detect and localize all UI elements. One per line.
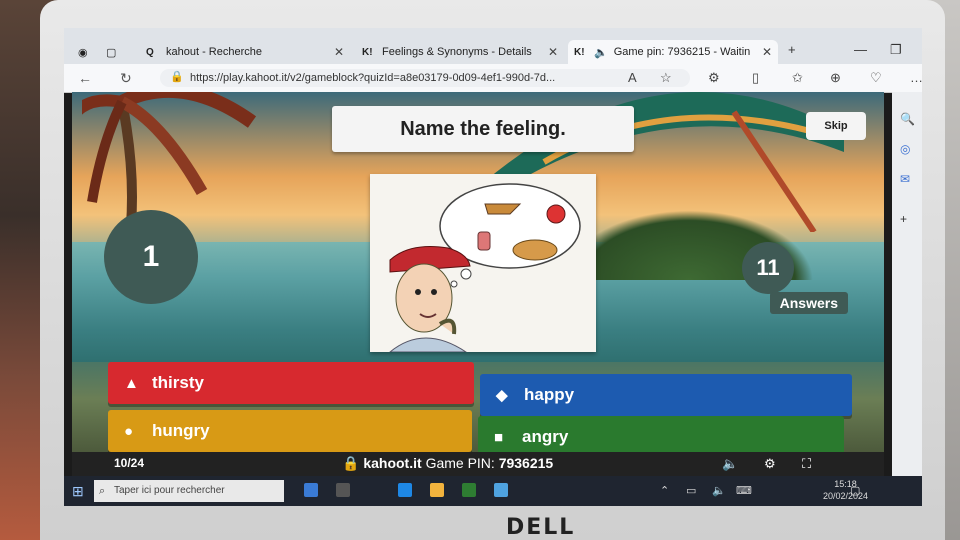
clock-time: 15:18 bbox=[834, 479, 857, 489]
kahoot-icon: K! bbox=[574, 46, 585, 58]
tab-label: Feelings & Synonyms - Details - bbox=[382, 46, 532, 58]
split-screen-icon[interactable]: ▯ bbox=[752, 70, 759, 86]
edge-browser-icon[interactable] bbox=[398, 483, 412, 497]
chevron-up-icon[interactable]: ⌃ bbox=[660, 484, 669, 497]
kahoot-icon: K! bbox=[362, 46, 373, 58]
countdown-timer: 1 bbox=[104, 210, 198, 304]
pin-value: 7936215 bbox=[498, 455, 554, 471]
lock-icon: 🔒 bbox=[342, 455, 360, 471]
tab-feelings-details[interactable]: K! Feelings & Synonyms - Details - ✕ bbox=[356, 40, 564, 64]
taskbar-search-placeholder: Taper ici pour rechercher bbox=[114, 485, 225, 496]
store-icon[interactable] bbox=[462, 483, 476, 497]
answers-label: Answers bbox=[769, 292, 848, 314]
favorite-star-icon[interactable]: ☆ bbox=[660, 70, 672, 86]
question-title: Name the feeling. bbox=[332, 106, 634, 152]
file-explorer-icon[interactable] bbox=[430, 483, 444, 497]
refresh-icon[interactable]: ↻ bbox=[120, 70, 132, 87]
screen: ◉ ▢ Q kahout - Recherche ✕ K! Feelings &… bbox=[64, 28, 922, 506]
settings-gear-icon[interactable]: ⚙ bbox=[764, 456, 776, 472]
keyboard-icon[interactable]: ⌨ bbox=[736, 484, 752, 497]
favorites-icon[interactable]: ✩ bbox=[792, 70, 803, 86]
url-field[interactable]: https://play.kahoot.it/v2/gameblock?quiz… bbox=[160, 69, 690, 87]
circle-icon: ● bbox=[124, 422, 134, 440]
outlook-icon[interactable]: ✉ bbox=[900, 172, 910, 186]
lock-icon: 🔒 bbox=[170, 71, 184, 83]
answer-option-red[interactable]: ▲ thirsty bbox=[108, 362, 474, 404]
more-menu-icon[interactable]: … bbox=[910, 70, 922, 85]
fullscreen-icon[interactable]: ⛶ bbox=[802, 456, 811, 472]
tab-label: kahout - Recherche bbox=[166, 46, 262, 58]
extensions-icon[interactable]: ⚙ bbox=[708, 70, 720, 86]
add-icon[interactable]: + bbox=[900, 212, 907, 226]
tab-label: Game pin: 7936215 - Waitin bbox=[613, 46, 751, 58]
edge-sidebar: 🔍 ◎ ✉ + bbox=[892, 92, 922, 476]
answer-label: angry bbox=[522, 427, 569, 446]
monitor-brand-logo: DELL bbox=[506, 515, 576, 540]
square-icon: ■ bbox=[494, 428, 504, 446]
answers-count: 11 bbox=[742, 242, 794, 294]
profile-icon[interactable]: ◉ bbox=[72, 40, 96, 64]
answer-label: thirsty bbox=[152, 373, 204, 392]
close-tab-icon[interactable]: ✕ bbox=[548, 45, 558, 59]
read-aloud-icon[interactable]: A bbox=[628, 70, 637, 85]
kahoot-game-area: Name the feeling. Skip 1 11 Answers ▲ th… bbox=[72, 92, 884, 476]
close-tab-icon[interactable]: ✕ bbox=[762, 45, 772, 59]
clock-date: 20/02/2024 bbox=[822, 491, 868, 501]
mail-icon[interactable] bbox=[494, 483, 508, 497]
minimize-button[interactable]: — bbox=[854, 42, 867, 57]
search-icon: Q bbox=[146, 46, 154, 58]
browser-essentials-icon[interactable]: ♡ bbox=[870, 70, 882, 86]
answer-option-yellow[interactable]: ● hungry bbox=[108, 410, 472, 452]
network-icon[interactable]: ▭ bbox=[686, 484, 696, 497]
copilot-icon[interactable]: ◎ bbox=[900, 142, 910, 156]
site-name: kahoot.it bbox=[363, 455, 422, 471]
triangle-icon: ▲ bbox=[124, 374, 139, 392]
answer-label: hungry bbox=[152, 421, 210, 440]
task-view-icon[interactable] bbox=[336, 483, 350, 497]
search-icon[interactable]: 🔍 bbox=[900, 112, 915, 126]
taskbar-search[interactable]: ⌕ Taper ici pour rechercher bbox=[94, 480, 284, 502]
question-progress: 10/24 bbox=[114, 456, 145, 470]
volume-icon[interactable]: 🔈 bbox=[722, 456, 738, 472]
tab-actions-icon[interactable]: ▢ bbox=[100, 40, 124, 64]
close-tab-icon[interactable]: ✕ bbox=[334, 45, 344, 59]
search-icon: ⌕ bbox=[99, 485, 106, 497]
game-footer: 10/24 🔒 kahoot.it Game PIN: 7936215 🔈 ⚙ … bbox=[72, 452, 884, 476]
pin-label: Game PIN: bbox=[425, 455, 495, 471]
windows-taskbar: ⊞ ⌕ Taper ici pour rechercher ⌃ ▭ 🔈 ⌨ 15… bbox=[64, 476, 922, 506]
app-icon[interactable] bbox=[304, 483, 318, 497]
skip-button[interactable]: Skip bbox=[806, 112, 866, 140]
volume-icon[interactable]: 🔈 bbox=[712, 484, 726, 497]
browser-tab-bar: ◉ ▢ Q kahout - Recherche ✕ K! Feelings &… bbox=[64, 28, 922, 64]
collections-icon[interactable]: ⊕ bbox=[830, 70, 841, 86]
speaker-icon: 🔈 bbox=[594, 46, 608, 59]
windows-start-icon[interactable]: ⊞ bbox=[72, 483, 84, 500]
tab-game-pin[interactable]: K! 🔈 Game pin: 7936215 - Waitin ✕ bbox=[568, 40, 778, 64]
answer-label: happy bbox=[524, 385, 575, 404]
address-bar: ← ↻ https://play.kahoot.it/v2/gameblock?… bbox=[64, 64, 922, 93]
game-pin-info: 🔒 kahoot.it Game PIN: 7936215 bbox=[342, 455, 553, 472]
restore-button[interactable]: ❐ bbox=[890, 42, 902, 58]
taskbar-clock[interactable]: 15:18 20/02/2024 bbox=[823, 478, 868, 502]
new-tab-button[interactable]: + bbox=[788, 42, 796, 57]
back-icon[interactable]: ← bbox=[78, 70, 92, 86]
tab-search[interactable]: Q kahout - Recherche ✕ bbox=[140, 40, 350, 64]
notification-icon[interactable]: ▢ bbox=[850, 484, 860, 497]
answer-option-blue[interactable]: ◆ happy bbox=[480, 374, 852, 416]
diamond-icon: ◆ bbox=[496, 387, 508, 404]
question-image bbox=[370, 174, 596, 352]
